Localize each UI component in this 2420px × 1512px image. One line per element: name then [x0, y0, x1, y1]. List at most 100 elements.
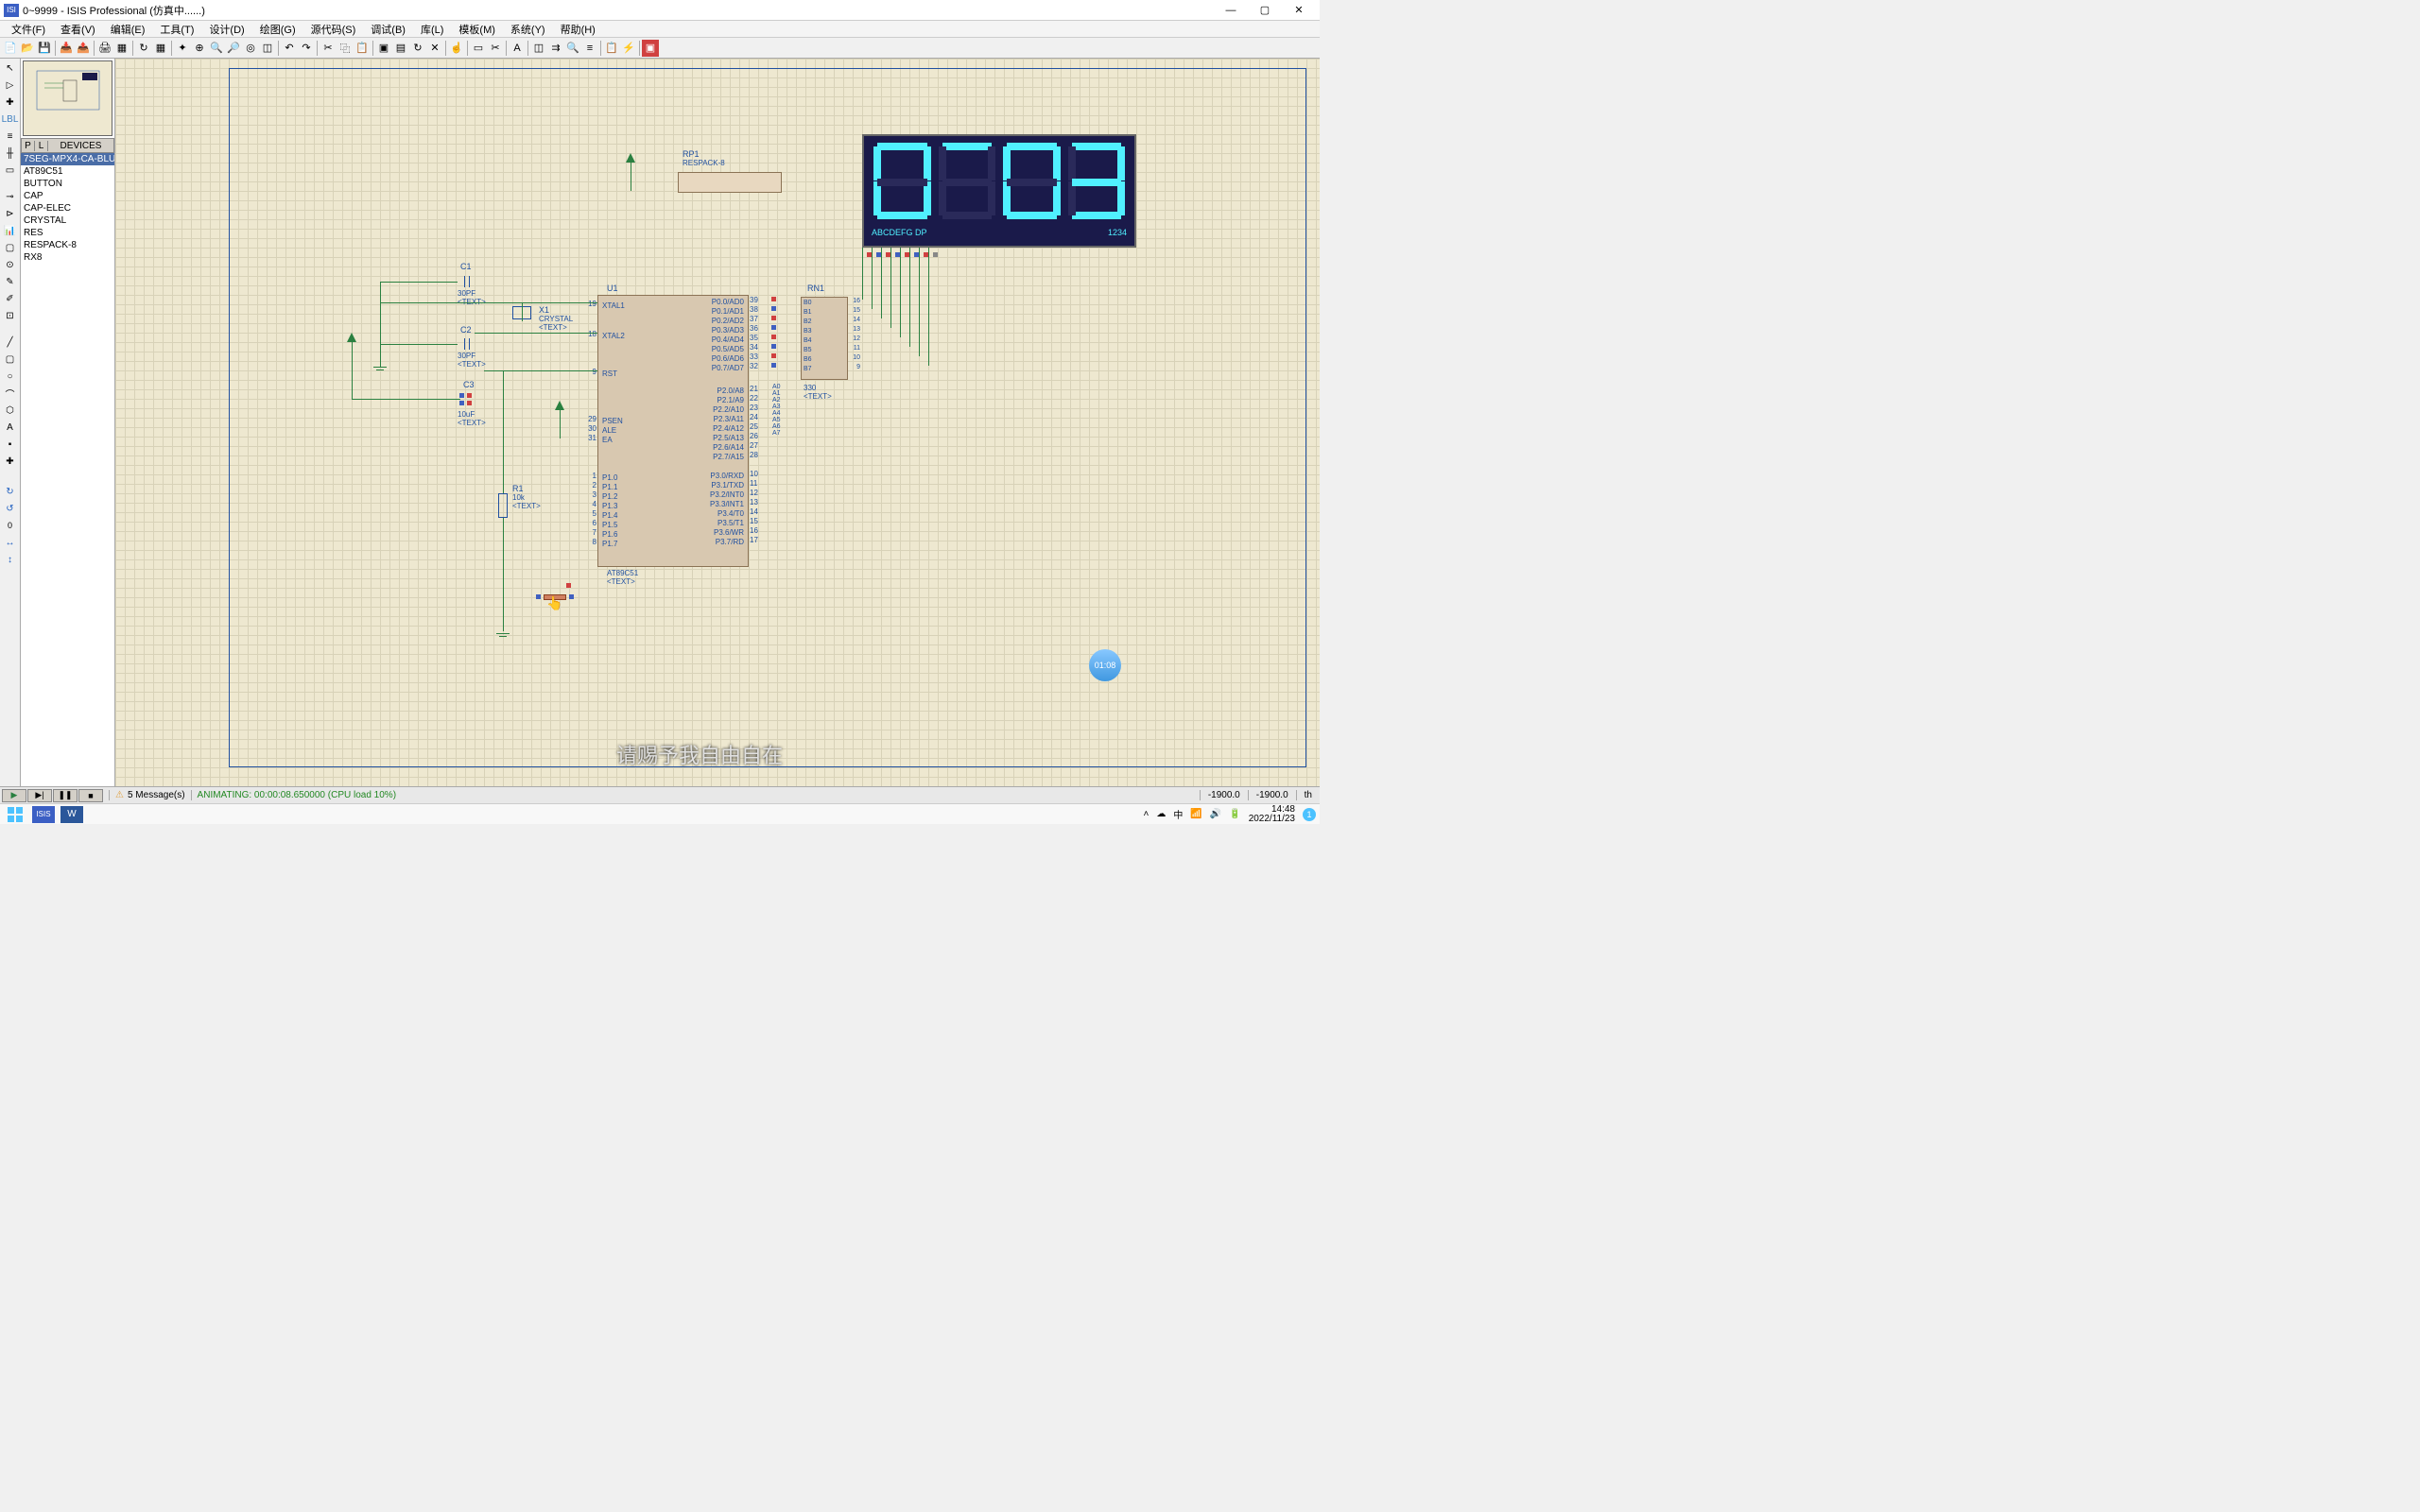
erc-icon[interactable]: ⚡ [620, 40, 637, 57]
graph-tool-icon[interactable]: 📊 [2, 223, 19, 238]
generator-tool-icon[interactable]: ⊙ [2, 257, 19, 272]
device-item[interactable]: CRYSTAL [21, 215, 114, 227]
taskbar-app-isis[interactable]: ISIS [32, 806, 55, 823]
toggle-icon[interactable]: ◫ [530, 40, 547, 57]
rotate-ccw-icon[interactable]: ↺ [2, 501, 19, 516]
ares-icon[interactable]: ▣ [642, 40, 659, 57]
line-tool-icon[interactable]: ╱ [2, 335, 19, 350]
wire-label-icon[interactable]: A [509, 40, 526, 57]
package-icon[interactable]: ▭ [470, 40, 487, 57]
close-button[interactable]: ✕ [1289, 3, 1308, 18]
tray-clock[interactable]: 14:48 2022/11/23 [1249, 805, 1295, 824]
message-count[interactable]: ⚠ 5 Message(s) [109, 790, 191, 800]
text-tool-icon[interactable]: ≡ [2, 129, 19, 144]
redo-icon[interactable]: ↷ [298, 40, 315, 57]
print-icon[interactable]: 🖨 [96, 40, 113, 57]
rotation-angle[interactable]: 0 [2, 518, 19, 533]
new-icon[interactable]: 📄 [2, 40, 19, 57]
terminal-tool-icon[interactable]: ⊸ [2, 189, 19, 204]
subcircuit-tool-icon[interactable]: ▭ [2, 163, 19, 178]
block-copy-icon[interactable]: ▣ [375, 40, 392, 57]
tray-notification-icon[interactable]: 1 [1303, 808, 1316, 821]
probe-i-tool-icon[interactable]: ✐ [2, 291, 19, 306]
autoroute-icon[interactable]: ⇉ [547, 40, 564, 57]
maximize-button[interactable]: ▢ [1255, 3, 1274, 18]
rn1-component[interactable]: B0 B1 B2 B3 B4 B5 B6 B7 16 15 14 13 12 1… [801, 297, 848, 380]
zoom-in-icon[interactable]: 🔍 [208, 40, 225, 57]
stop-button[interactable]: ■ [78, 789, 103, 802]
selection-tool-icon[interactable]: ↖ [2, 60, 19, 76]
pick-device-button[interactable]: P [22, 141, 35, 151]
menu-system[interactable]: 系统(Y) [503, 22, 553, 37]
junction-tool-icon[interactable]: ✚ [2, 94, 19, 110]
menu-help[interactable]: 帮助(H) [553, 22, 603, 37]
save-icon[interactable]: 💾 [36, 40, 53, 57]
menu-tools[interactable]: 工具(T) [152, 22, 201, 37]
c2-component[interactable] [458, 338, 476, 350]
menu-template[interactable]: 模板(M) [451, 22, 503, 37]
import-icon[interactable]: 📥 [58, 40, 75, 57]
c1-component[interactable] [458, 276, 476, 287]
property-icon[interactable]: ≡ [581, 40, 598, 57]
block-rotate-icon[interactable]: ↻ [409, 40, 426, 57]
device-item[interactable]: 7SEG-MPX4-CA-BLUE [21, 153, 114, 165]
r1-component[interactable] [498, 493, 508, 518]
device-item[interactable]: CAP [21, 190, 114, 202]
bom-icon[interactable]: 📋 [603, 40, 620, 57]
menu-file[interactable]: 文件(F) [4, 22, 53, 37]
tray-battery-icon[interactable]: 🔋 [1229, 809, 1240, 819]
probe-v-tool-icon[interactable]: ✎ [2, 274, 19, 289]
pause-button[interactable]: ❚❚ [53, 789, 78, 802]
search-icon[interactable]: 🔍 [564, 40, 581, 57]
decompose-icon[interactable]: ✂ [487, 40, 504, 57]
c3-component[interactable] [458, 393, 476, 406]
tray-up-icon[interactable]: ˄ [1143, 809, 1149, 819]
menu-edit[interactable]: 编辑(E) [103, 22, 153, 37]
pin-tool-icon[interactable]: ⊳ [2, 206, 19, 221]
flip-v-icon[interactable]: ↕ [2, 552, 19, 567]
device-item[interactable]: AT89C51 [21, 165, 114, 178]
grid-icon[interactable]: ▦ [152, 40, 169, 57]
device-list[interactable]: 7SEG-MPX4-CA-BLUE AT89C51 BUTTON CAP CAP… [21, 153, 114, 786]
tray-wifi-icon[interactable]: 📶 [1190, 809, 1201, 819]
undo-icon[interactable]: ↶ [281, 40, 298, 57]
open-icon[interactable]: 📂 [19, 40, 36, 57]
menu-source[interactable]: 源代码(S) [303, 22, 364, 37]
flip-h-icon[interactable]: ↔ [2, 535, 19, 550]
device-item[interactable]: CAP-ELEC [21, 202, 114, 215]
device-item[interactable]: RES [21, 227, 114, 239]
copy-icon[interactable]: ⿻ [337, 40, 354, 57]
text-2d-tool-icon[interactable]: A [2, 420, 19, 435]
paste-icon[interactable]: 📋 [354, 40, 371, 57]
menu-library[interactable]: 库(L) [413, 22, 451, 37]
path-tool-icon[interactable]: ⬡ [2, 403, 19, 418]
box-tool-icon[interactable]: ▢ [2, 352, 19, 367]
instrument-tool-icon[interactable]: ⊡ [2, 308, 19, 323]
play-button[interactable]: ▶ [2, 789, 26, 802]
origin-icon[interactable]: ✦ [174, 40, 191, 57]
block-delete-icon[interactable]: ✕ [426, 40, 443, 57]
center-icon[interactable]: ⊕ [191, 40, 208, 57]
zoom-out-icon[interactable]: 🔎 [225, 40, 242, 57]
tray-onedrive-icon[interactable]: ☁ [1156, 809, 1166, 819]
menu-view[interactable]: 查看(V) [53, 22, 103, 37]
start-button[interactable] [4, 806, 26, 823]
component-tool-icon[interactable]: ▷ [2, 77, 19, 93]
rp1-component[interactable] [678, 172, 782, 193]
tray-volume-icon[interactable]: 🔊 [1210, 809, 1221, 819]
block-move-icon[interactable]: ▤ [392, 40, 409, 57]
tape-tool-icon[interactable]: ▢ [2, 240, 19, 255]
device-item[interactable]: RESPACK-8 [21, 239, 114, 251]
arc-tool-icon[interactable]: ⌒ [2, 386, 19, 401]
device-item[interactable]: BUTTON [21, 178, 114, 190]
marker-tool-icon[interactable]: ✚ [2, 454, 19, 469]
refresh-icon[interactable]: ↻ [135, 40, 152, 57]
menu-design[interactable]: 设计(D) [201, 22, 251, 37]
circle-tool-icon[interactable]: ○ [2, 369, 19, 384]
device-item[interactable]: RX8 [21, 251, 114, 264]
zoom-all-icon[interactable]: ◎ [242, 40, 259, 57]
print-area-icon[interactable]: ▦ [113, 40, 130, 57]
cut-icon[interactable]: ✂ [320, 40, 337, 57]
menu-debug[interactable]: 调试(B) [363, 22, 413, 37]
minimize-button[interactable]: — [1221, 3, 1240, 18]
